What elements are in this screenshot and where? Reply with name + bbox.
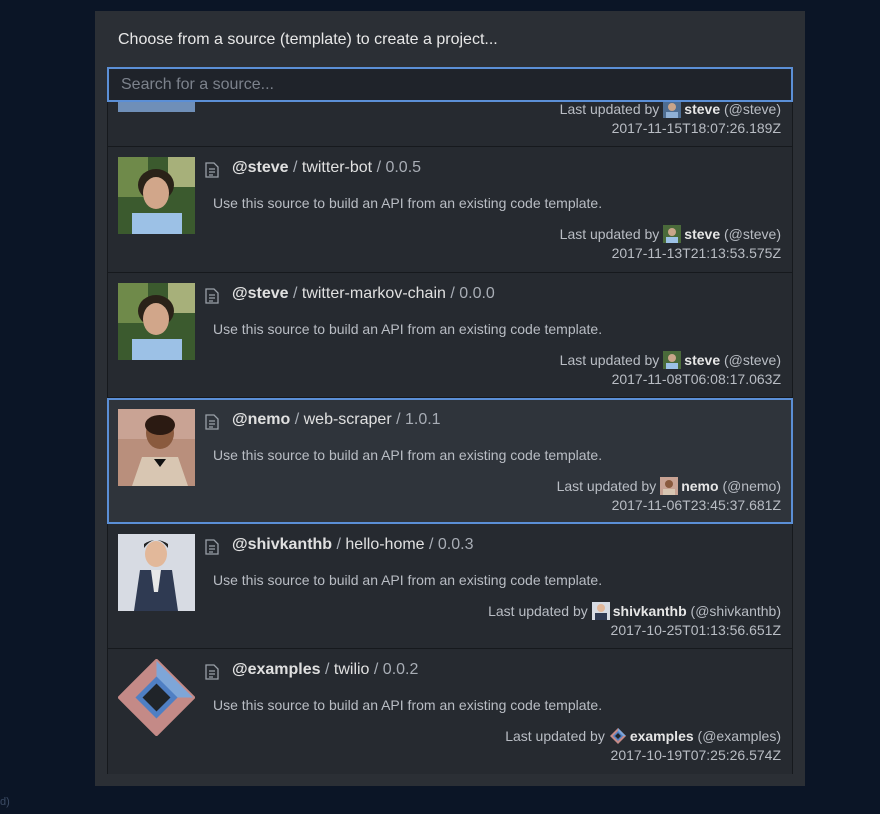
document-icon [205, 664, 219, 680]
source-name: hello-home [345, 535, 425, 553]
source-list-item[interactable]: @examples / twilio / 0.0.2 Use this sour… [107, 649, 793, 774]
title-separator: / [288, 159, 302, 176]
title-separator: / [290, 411, 304, 428]
title-separator: / [288, 284, 302, 302]
updated-by-handle: (@shivkanthb) [690, 602, 781, 619]
updated-by-handle: (@examples) [697, 728, 781, 744]
last-updated-label: Last updated by [559, 102, 660, 117]
source-owner: @examples [232, 661, 321, 678]
updated-by-user: steve [684, 226, 721, 242]
source-description: Use this source to build an API from an … [213, 320, 603, 337]
source-owner: @steve [232, 284, 289, 302]
source-list-item-partial[interactable]: Last updated by steve (@steve) 2017-11-15… [107, 102, 793, 147]
title-separator: / [320, 661, 334, 678]
updated-timestamp: 2017-11-15T18:07:26.189Z [611, 120, 781, 136]
source-list-item[interactable]: @steve / twitter-markov-chain / 0.0.0 Us… [107, 272, 793, 398]
source-list-item-selected[interactable]: @nemo / web-scraper / 1.0.1 Use this sou… [107, 398, 793, 524]
updated-by-user: steve [684, 102, 721, 117]
source-list-item[interactable]: @shivkanthb / hello-home / 0.0.3 Use thi… [107, 523, 793, 649]
source-meta: Last updated by examples (@examples) 2017… [505, 727, 781, 765]
avatar [118, 533, 195, 611]
avatar [118, 102, 195, 112]
updated-by-user: examples [629, 728, 694, 744]
source-title[interactable]: @steve / twitter-markov-chain / 0.0.0 [232, 285, 495, 303]
source-description: Use this source to build an API from an … [213, 447, 603, 463]
last-updated-label: Last updated by [505, 728, 605, 744]
source-meta: Last updated by shivkanthb (@shivkanthb) … [488, 601, 781, 640]
updated-by-user: steve [684, 351, 721, 368]
last-updated-label: Last updated by [559, 351, 660, 368]
document-icon [205, 287, 219, 304]
source-version: / 1.0.1 [391, 411, 441, 428]
source-meta: Last updated by steve (@steve) 2017-11-13… [560, 225, 781, 263]
source-owner: @nemo [232, 411, 291, 428]
avatar [118, 157, 195, 234]
last-updated-label: Last updated by [556, 478, 657, 494]
source-version: / 0.0.2 [369, 661, 419, 678]
updated-timestamp: 2017-10-25T01:13:56.651Z [610, 621, 781, 638]
source-title[interactable]: @examples / twilio / 0.0.2 [232, 661, 418, 679]
document-icon [205, 538, 219, 555]
document-icon [205, 414, 219, 430]
updated-by-user: nemo [681, 478, 719, 494]
user-mini-avatar [591, 601, 610, 620]
source-description: Use this source to build an API from an … [213, 195, 603, 211]
source-meta: Last updated by nemo (@nemo) 2017-11-06T2… [557, 477, 781, 515]
user-mini-avatar [663, 225, 682, 243]
source-version: / 0.0.0 [445, 284, 495, 302]
avatar [118, 409, 195, 486]
source-owner: @shivkanthb [232, 535, 333, 553]
updated-timestamp: 2017-10-19T07:25:26.574Z [610, 747, 781, 763]
dialog-title: Choose from a source (template) to creat… [118, 31, 498, 48]
updated-by-user: shivkanthb [612, 602, 687, 619]
updated-by-handle: (@steve) [724, 351, 781, 368]
updated-by-handle: (@nemo) [722, 478, 781, 494]
source-owner: @steve [232, 159, 289, 176]
source-name: twilio [333, 661, 370, 678]
source-list-item[interactable]: @steve / twitter-bot / 0.0.5 Use this so… [107, 147, 793, 273]
examples-logo-icon [609, 727, 627, 745]
avatar [118, 282, 195, 360]
source-version: / 0.0.5 [372, 159, 422, 176]
title-separator: / [332, 535, 346, 553]
last-updated-label: Last updated by [488, 602, 588, 619]
source-name: web-scraper [303, 411, 392, 428]
updated-by-handle: (@steve) [724, 226, 781, 242]
user-mini-avatar [660, 477, 679, 495]
source-description: Use this source to build an API from an … [213, 571, 603, 588]
source-title[interactable]: @steve / twitter-bot / 0.0.5 [232, 159, 421, 177]
last-updated-label: Last updated by [559, 226, 660, 242]
source-meta: Last updated by steve (@steve) 2017-11-08… [559, 350, 781, 389]
search-input[interactable] [107, 67, 793, 102]
updated-by-handle: (@steve) [724, 102, 781, 117]
source-name: twitter-bot [301, 159, 373, 176]
avatar [118, 659, 195, 736]
user-mini-avatar [663, 102, 682, 118]
updated-timestamp: 2017-11-06T23:45:37.681Z [611, 497, 781, 513]
user-mini-avatar [663, 350, 682, 369]
source-list[interactable]: Last updated by steve (@steve) 2017-11-15… [107, 102, 793, 774]
source-description: Use this source to build an API from an … [213, 697, 603, 713]
source-picker-dialog: Choose from a source (template) to creat… [95, 11, 805, 786]
source-title[interactable]: @nemo / web-scraper / 1.0.1 [232, 411, 441, 429]
source-title[interactable]: @shivkanthb / hello-home / 0.0.3 [232, 536, 473, 554]
document-icon [205, 162, 219, 178]
updated-timestamp: 2017-11-13T21:13:53.575Z [611, 245, 781, 261]
source-name: twitter-markov-chain [301, 284, 446, 302]
background-text-fragment: d) [0, 796, 10, 808]
source-version: / 0.0.3 [424, 535, 474, 553]
updated-timestamp: 2017-11-08T06:08:17.063Z [611, 370, 781, 387]
source-meta: Last updated by steve (@steve) 2017-11-15… [560, 102, 781, 138]
